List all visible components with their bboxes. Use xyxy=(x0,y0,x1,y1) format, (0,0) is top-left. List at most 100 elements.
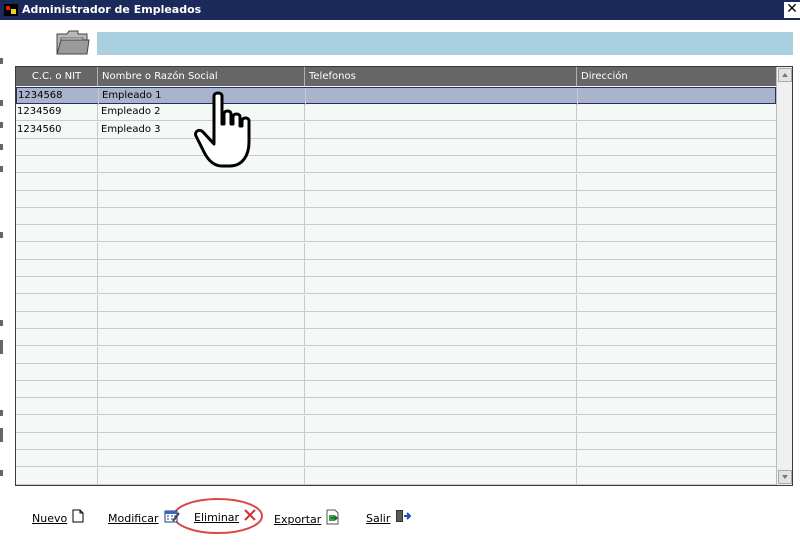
cell-nit xyxy=(16,242,98,260)
table-row[interactable]: 1234568 Empleado 1 xyxy=(16,87,776,105)
table-row[interactable] xyxy=(16,415,776,433)
cell-nombre xyxy=(98,173,305,191)
cell-direccion xyxy=(577,122,776,139)
cell-telefonos xyxy=(305,173,577,191)
cell-nit: 1234569 xyxy=(16,104,98,122)
table-row[interactable] xyxy=(16,173,776,191)
table-row[interactable] xyxy=(16,208,776,226)
cell-telefonos xyxy=(305,311,577,329)
export-button-label: Exportar xyxy=(274,513,322,526)
cell-direccion xyxy=(577,174,776,191)
cell-direccion xyxy=(577,398,776,415)
table-row[interactable] xyxy=(16,450,776,468)
column-header-nit[interactable]: C.C. o NIT xyxy=(16,67,98,86)
cell-nombre xyxy=(98,415,305,433)
title-bar: Administrador de Empleados ✕ xyxy=(0,0,800,20)
new-button[interactable]: Nuevo xyxy=(32,509,84,527)
cell-telefonos xyxy=(305,346,577,364)
table-row[interactable] xyxy=(16,138,776,156)
background-window-edge xyxy=(0,40,6,500)
cell-direccion xyxy=(577,156,776,173)
cell-nombre xyxy=(98,398,305,416)
cell-nit xyxy=(16,415,98,433)
cell-direccion xyxy=(577,191,776,208)
cell-telefonos xyxy=(305,208,577,226)
export-button[interactable]: Exportar xyxy=(274,509,340,527)
window-title: Administrador de Empleados xyxy=(22,3,202,16)
cell-telefonos xyxy=(305,121,577,139)
cell-telefonos xyxy=(305,415,577,433)
cell-direccion xyxy=(577,104,776,121)
cell-telefonos xyxy=(306,88,578,105)
cell-direccion xyxy=(577,347,776,364)
scroll-down-icon[interactable] xyxy=(778,470,792,484)
cell-nombre xyxy=(98,450,305,468)
column-header-direccion[interactable]: Dirección xyxy=(577,67,776,86)
cell-nit xyxy=(16,190,98,208)
delete-button[interactable]: Eliminar xyxy=(194,509,256,527)
table-row[interactable] xyxy=(16,156,776,174)
cell-nombre xyxy=(98,208,305,226)
table-row[interactable] xyxy=(16,225,776,243)
table-row[interactable] xyxy=(16,433,776,450)
table-row[interactable]: 1234560 Empleado 3 xyxy=(16,121,776,139)
table-row[interactable] xyxy=(16,294,776,312)
cell-nit xyxy=(16,225,98,243)
cell-nombre xyxy=(98,346,305,364)
delete-button-label: Eliminar xyxy=(194,511,240,524)
folder-icon xyxy=(56,30,90,56)
cell-nombre xyxy=(98,225,305,243)
cell-nit xyxy=(16,329,98,347)
edit-button[interactable]: Modificar xyxy=(108,509,180,527)
cell-direccion xyxy=(577,243,776,260)
edit-calendar-icon xyxy=(164,509,180,529)
table-row[interactable] xyxy=(16,242,776,260)
cell-nombre xyxy=(98,242,305,260)
cell-telefonos xyxy=(305,294,577,312)
cell-nombre xyxy=(98,311,305,329)
cell-nit xyxy=(16,467,98,485)
table-row[interactable] xyxy=(16,260,776,277)
cell-nombre xyxy=(98,329,305,347)
table-row[interactable] xyxy=(16,363,776,381)
table-row[interactable] xyxy=(16,190,776,208)
table-row[interactable] xyxy=(16,398,776,416)
vertical-scrollbar[interactable] xyxy=(776,67,792,485)
exit-door-icon xyxy=(395,509,412,529)
cell-nombre xyxy=(98,294,305,312)
cell-telefonos xyxy=(305,225,577,243)
cell-nit xyxy=(16,311,98,329)
cell-telefonos xyxy=(305,138,577,156)
table-row[interactable] xyxy=(16,346,776,364)
column-header-telefonos[interactable]: Telefonos xyxy=(305,67,577,86)
cell-nombre xyxy=(98,260,305,277)
cell-direccion xyxy=(577,329,776,346)
cell-direccion xyxy=(577,277,776,294)
table-row[interactable] xyxy=(16,311,776,329)
cell-telefonos xyxy=(305,104,577,122)
cell-telefonos xyxy=(305,277,577,295)
table-row[interactable] xyxy=(16,467,776,485)
scroll-up-icon[interactable] xyxy=(778,68,792,82)
close-button[interactable]: ✕ xyxy=(784,2,800,18)
table-row[interactable] xyxy=(16,329,776,347)
cell-direccion xyxy=(577,295,776,312)
cell-nombre xyxy=(98,381,305,399)
column-header-nombre[interactable]: Nombre o Razón Social xyxy=(98,67,305,86)
cell-nombre xyxy=(98,190,305,208)
app-icon xyxy=(4,4,18,16)
table-row[interactable] xyxy=(16,381,776,399)
new-button-label: Nuevo xyxy=(32,512,68,525)
cell-nombre xyxy=(98,467,305,485)
hand-pointer-icon xyxy=(194,91,251,168)
cell-nit xyxy=(16,173,98,191)
export-icon xyxy=(326,509,340,531)
exit-button[interactable]: Salir xyxy=(366,509,412,529)
table-row[interactable]: 1234569 Empleado 2 xyxy=(16,104,776,122)
cell-nit: 1234568 xyxy=(17,88,99,105)
cell-direccion xyxy=(577,416,776,433)
cell-telefonos xyxy=(305,381,577,399)
table-body: 1234568 Empleado 1 1234569 Empleado 2 123456… xyxy=(16,87,776,485)
table-row[interactable] xyxy=(16,277,776,295)
new-document-icon xyxy=(72,509,84,529)
